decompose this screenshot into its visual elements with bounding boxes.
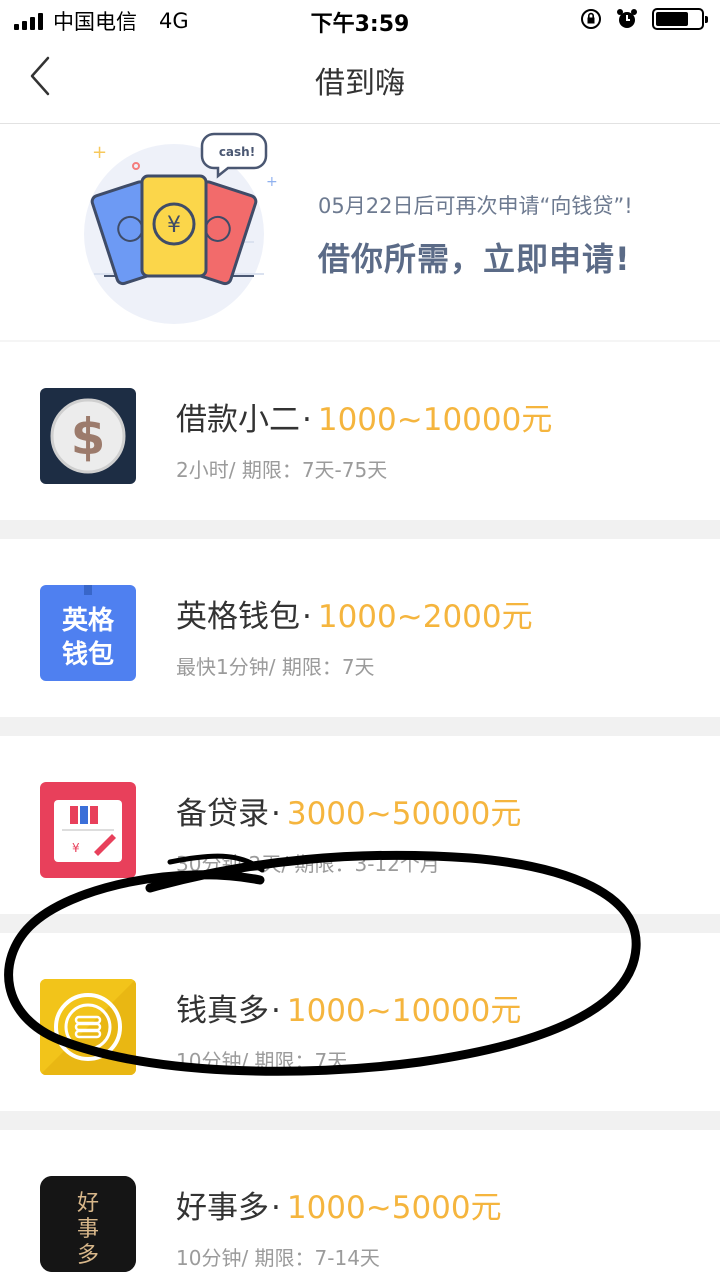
loan-name: 钱真多 <box>176 993 269 1029</box>
loan-meta: 30分钟-2天/ 期限：3-12个月 <box>176 852 440 876</box>
svg-text:+: + <box>266 174 278 190</box>
loan-separator: · <box>271 796 281 832</box>
loan-meta: 10分钟/ 期限：7-14天 <box>176 1246 380 1270</box>
logo-text-line2: 钱包 <box>62 639 114 670</box>
loan-item[interactable]: 英格 钱包 英格钱包 · 1000~2000元 最快1分钟/ 期限：7天 <box>0 539 720 717</box>
cash-bubble-text: cash! <box>219 145 255 159</box>
loan-amount: 1000~10000元 <box>317 402 553 438</box>
loan-separator: · <box>271 1190 281 1226</box>
yingge-wallet-logo: 英格 钱包 <box>40 585 136 681</box>
loan-amount: 1000~5000元 <box>286 1190 502 1226</box>
svg-text:多: 多 <box>77 1243 99 1268</box>
svg-text:好: 好 <box>77 1191 99 1216</box>
loan-name: 好事多 <box>176 1190 269 1226</box>
loan-amount: 1000~2000元 <box>317 599 533 635</box>
navigation-bar: 借到嗨 <box>0 40 720 124</box>
loan-item[interactable]: ¥ 备贷录 · 3000~50000元 30分钟-2天/ 期限：3-12个月 <box>0 736 720 914</box>
svg-text:事: 事 <box>77 1217 99 1242</box>
loan-amount: 1000~10000元 <box>286 993 522 1029</box>
notebook-pen-icon: ¥ <box>40 782 136 878</box>
logo-text-line1: 英格 <box>62 605 115 636</box>
loan-name: 英格钱包 <box>176 599 300 635</box>
loan-meta: 10分钟/ 期限：7天 <box>176 1049 348 1073</box>
svg-text:¥: ¥ <box>72 841 80 855</box>
coin-stack-icon <box>40 979 136 1075</box>
page-title: 借到嗨 <box>315 66 405 101</box>
promo-banner: ¥ cash! + + 05月22日后可再次申请“向钱贷”! 借你所需，立即申请… <box>0 124 720 340</box>
loan-list: $ 借款小二 · 1000~10000元 2小时/ 期限：7天-75天 英格 钱… <box>0 342 720 1280</box>
loan-meta: 2小时/ 期限：7天-75天 <box>176 458 388 482</box>
svg-text:$: $ <box>71 408 106 466</box>
alarm-icon <box>617 9 637 28</box>
loan-name: 备贷录 <box>176 796 269 832</box>
banner-headline: 借你所需，立即申请! <box>318 240 631 278</box>
loan-name: 借款小二 <box>176 402 300 438</box>
loan-meta: 最快1分钟/ 期限：7天 <box>176 655 375 679</box>
loan-item[interactable]: 钱真多 · 1000~10000元 10分钟/ 期限：7天 <box>0 933 720 1111</box>
loan-item[interactable]: 好 事 多 好事多 · 1000~5000元 10分钟/ 期限：7-14天 <box>0 1130 720 1280</box>
svg-text:¥: ¥ <box>167 213 181 238</box>
loan-amount: 3000~50000元 <box>286 796 522 832</box>
battery-icon <box>652 8 708 30</box>
haoshiduo-logo: 好 事 多 <box>40 1176 136 1272</box>
loan-separator: · <box>302 402 312 438</box>
rotation-lock-icon <box>581 9 601 29</box>
dollar-coin-icon: $ <box>40 388 136 484</box>
battery-level <box>656 12 688 26</box>
svg-text:+: + <box>92 142 107 163</box>
loan-separator: · <box>302 599 312 635</box>
status-bar: 中国电信 4G 下午3:59 <box>0 0 720 40</box>
tickets-illustration-icon: ¥ cash! + + <box>84 132 278 324</box>
loan-separator: · <box>271 993 281 1029</box>
banner-subtitle: 05月22日后可再次申请“向钱贷”! <box>318 194 633 218</box>
loan-item[interactable]: $ 借款小二 · 1000~10000元 2小时/ 期限：7天-75天 <box>0 342 720 520</box>
